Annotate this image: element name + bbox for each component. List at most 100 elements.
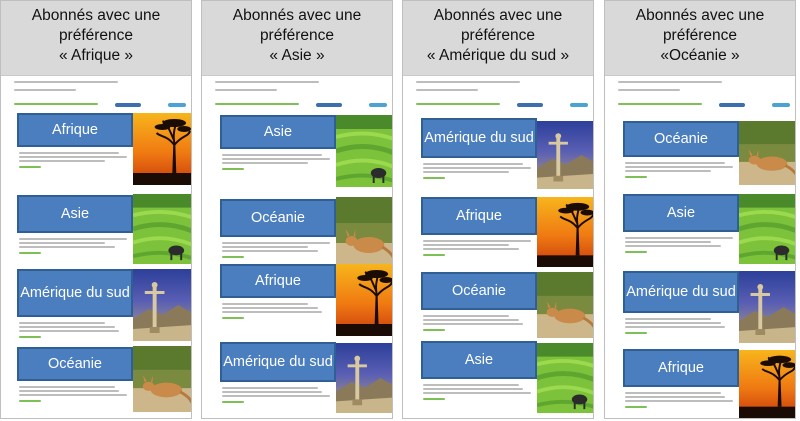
panel-title-line: préférence <box>460 27 536 44</box>
audience-panel: Abonnés avec une préférence « Asie » Asie Oc… <box>201 0 393 419</box>
region-label: Amérique du sud <box>421 118 537 158</box>
region-label: Océanie <box>421 272 537 310</box>
article-text-line <box>222 250 318 252</box>
read-more-link <box>423 254 445 256</box>
article-text-line <box>19 152 119 154</box>
article-text-line <box>625 237 733 239</box>
newsletter-logo <box>517 103 543 107</box>
region-label: Afrique <box>421 197 537 235</box>
region-label: Océanie <box>17 347 133 381</box>
south-america-statue-photo <box>537 121 593 189</box>
africa-sunset-photo <box>739 350 795 418</box>
read-more-link <box>423 329 445 331</box>
oceania-kangaroo-photo <box>739 121 795 185</box>
read-more-link <box>423 177 445 179</box>
audience-panel: Abonnés avec une préférence « Amérique du … <box>402 0 594 419</box>
panel-title: Abonnés avec une préférence « Afrique » <box>1 1 191 76</box>
region-label: Asie <box>17 195 133 233</box>
panel-title-line: Abonnés avec une <box>635 7 765 24</box>
panel-title-line: Abonnés avec une <box>433 7 563 24</box>
article-text-line <box>222 158 330 160</box>
article-text-line <box>19 330 119 332</box>
article-text-line <box>625 396 725 398</box>
article-text-line <box>222 242 330 244</box>
panel-title-line: Abonnés avec une <box>31 7 161 24</box>
read-more-link <box>625 406 647 408</box>
text-line <box>416 103 500 105</box>
text-line <box>215 103 299 105</box>
region-label: Amérique du sud <box>17 269 133 317</box>
panel-title: Abonnés avec une préférence « Asie » <box>202 1 392 76</box>
newsletter-logo <box>719 103 745 107</box>
read-more-link <box>222 256 244 258</box>
read-more-link <box>19 166 41 168</box>
region-label: Asie <box>623 194 739 232</box>
panel-title-line: « Asie » <box>269 47 325 64</box>
audience-panel: Abonnés avec une préférence «Océanie » Océa… <box>604 0 796 419</box>
article-text-line <box>625 392 721 394</box>
text-line <box>14 103 98 105</box>
article-text-line <box>19 386 115 388</box>
audience-panel: Abonnés avec une préférence « Afrique » Afr… <box>0 0 192 419</box>
africa-sunset-photo <box>537 197 593 267</box>
newsletter-logo <box>570 103 588 107</box>
oceania-kangaroo-photo <box>537 272 593 338</box>
panel-title: Abonnés avec une préférence «Océanie » <box>605 1 795 76</box>
south-america-statue-photo <box>336 343 392 413</box>
africa-sunset-photo <box>336 264 392 336</box>
newsletter-logo <box>772 103 790 107</box>
article-text-line <box>423 384 519 386</box>
article-text-line <box>222 307 318 309</box>
read-more-link <box>222 401 244 403</box>
text-line <box>215 81 319 83</box>
article-text-line <box>625 162 725 164</box>
asia-rice-terraces-photo <box>537 343 593 413</box>
text-line <box>14 81 118 83</box>
article-text-line <box>625 322 721 324</box>
newsletter-logo <box>369 103 387 107</box>
region-label: Océanie <box>623 121 739 157</box>
text-line <box>416 81 520 83</box>
read-more-link <box>222 168 244 170</box>
article-text-line <box>625 318 711 320</box>
article-text-line <box>423 388 523 390</box>
read-more-link <box>19 336 41 338</box>
panel-title-line: préférence <box>259 27 335 44</box>
article-text-line <box>19 238 127 240</box>
article-text-line <box>423 392 531 394</box>
region-label: Asie <box>220 115 336 149</box>
region-label: Afrique <box>220 264 336 298</box>
panel-title-line: « Amérique du sud » <box>426 47 570 64</box>
panel-title-line: préférence <box>58 27 134 44</box>
south-america-statue-photo <box>133 269 191 341</box>
article-text-line <box>423 167 531 169</box>
article-text-line <box>19 156 127 158</box>
article-text-line <box>222 311 322 313</box>
text-line <box>618 89 680 91</box>
article-text-line <box>423 315 509 317</box>
read-more-link <box>423 398 445 400</box>
text-line <box>14 89 76 91</box>
article-text-line <box>222 391 322 393</box>
article-text-line <box>423 323 523 325</box>
text-line <box>215 89 277 91</box>
text-line <box>618 103 702 105</box>
article-text-line <box>222 395 330 397</box>
article-text-line <box>423 171 509 173</box>
region-label: Afrique <box>623 349 739 387</box>
panel-title-line: « Afrique » <box>58 47 134 64</box>
asia-rice-terraces-photo <box>133 194 191 264</box>
text-line <box>618 81 722 83</box>
asia-rice-terraces-photo <box>739 194 795 264</box>
panel-title-line: préférence <box>662 27 738 44</box>
asia-rice-terraces-photo <box>336 115 392 187</box>
panel-title: Abonnés avec une préférence « Amérique du … <box>403 1 593 76</box>
region-label: Océanie <box>220 199 336 237</box>
region-label: Asie <box>421 341 537 379</box>
article-text-line <box>222 162 308 164</box>
article-text-line <box>19 390 119 392</box>
oceania-kangaroo-photo <box>133 346 191 412</box>
article-text-line <box>222 303 308 305</box>
article-text-line <box>222 246 308 248</box>
article-text-line <box>222 387 318 389</box>
